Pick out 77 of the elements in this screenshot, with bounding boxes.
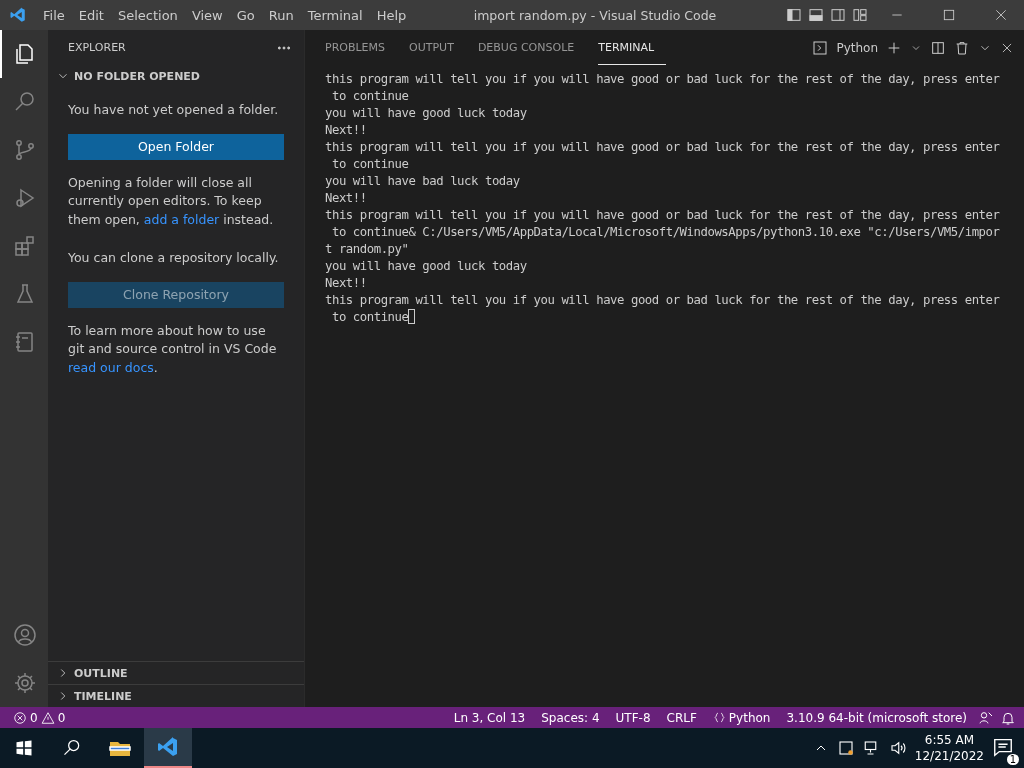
terminal-line: to continue — [330, 310, 409, 324]
clock-time[interactable]: 6:55 AM — [924, 732, 975, 748]
learn-more-text: To learn more about how to use git and source control in VS Code read our docs. — [68, 321, 278, 377]
terminal-line: to continue — [330, 89, 409, 103]
panel-tab[interactable]: PROBLEMS — [325, 30, 398, 65]
menu-item[interactable]: Help — [369, 7, 414, 23]
cursor-icon — [408, 309, 416, 324]
open-folder-note: Opening a folder will close all currently open editors. To keep them open, add a folder instead. — [68, 173, 275, 229]
panel-tab[interactable]: OUTPUT — [409, 30, 466, 65]
braces-icon — [712, 711, 726, 724]
add-folder-link[interactable]: add a folder — [143, 211, 220, 227]
status-item[interactable]: Python — [707, 710, 776, 725]
status-item[interactable]: CRLF — [661, 710, 702, 725]
toggle-sidebar-icon[interactable] — [786, 7, 802, 23]
window-title: import random.py - Visual Studio Code — [472, 7, 718, 23]
sidebar-title: EXPLORER — [68, 41, 126, 54]
extensions-icon[interactable] — [13, 234, 37, 258]
docs-link[interactable]: read our docs — [68, 359, 154, 375]
problems-status[interactable]: 0 0 — [8, 710, 71, 725]
run-debug-icon[interactable] — [13, 186, 37, 210]
toggle-panel-icon[interactable] — [808, 7, 824, 23]
section-header[interactable]: TIMELINE — [74, 689, 132, 703]
open-folder-button[interactable]: Open Folder — [68, 133, 284, 160]
menu-item[interactable]: Terminal — [300, 7, 370, 23]
terminal-line: you will have good luck today — [325, 259, 527, 273]
terminal-line: Next!! — [325, 123, 367, 137]
status-item[interactable]: Spaces: 4 — [536, 710, 605, 725]
terminal-icon[interactable] — [812, 39, 829, 56]
menu-item[interactable]: File — [36, 7, 72, 23]
notification-count: 1 — [1006, 753, 1019, 765]
account-icon[interactable] — [13, 623, 37, 647]
panel-tab[interactable]: TERMINAL — [598, 30, 667, 65]
status-item[interactable]: UTF-8 — [610, 710, 656, 725]
terminal-shell-label[interactable]: Python — [836, 40, 878, 55]
terminal-line: this program will tell you if you will have good or bad luck for the rest of the day, press enter — [325, 208, 1000, 222]
windows-start-icon[interactable] — [14, 738, 34, 758]
vscode-logo-icon[interactable] — [156, 735, 180, 759]
terminal-line: Next!! — [325, 276, 367, 290]
clone-text: You can clone a repository locally. — [68, 249, 280, 267]
section-header[interactable]: NO FOLDER OPENED — [74, 69, 200, 83]
terminal-line: this program will tell you if you will have good or bad luck for the rest of the day, press enter — [325, 293, 1000, 307]
status-item[interactable]: 3.10.9 64-bit (microsoft store) — [781, 710, 972, 725]
menu-item[interactable]: Edit — [71, 7, 111, 23]
terminal-line: to continue& C:/Users/VM5/AppData/Local/Microsoft/WindowsApps/python3.10.exe "c:/Users/VM5/impor — [330, 225, 1000, 239]
terminal-line: this program will tell you if you will have good or bad luck for the rest of the day, press enter — [325, 140, 1000, 154]
menu-item[interactable]: Go — [229, 7, 262, 23]
trash-icon[interactable] — [954, 39, 970, 56]
warning-count: 0 — [57, 710, 66, 725]
maximize-icon[interactable] — [942, 8, 956, 22]
security-icon[interactable] — [836, 739, 855, 757]
terminal-line: you will have good luck today — [325, 106, 527, 120]
volume-icon[interactable] — [888, 739, 907, 757]
terminal-line: to continue — [330, 157, 409, 171]
warning-icon — [40, 710, 55, 725]
clock-date[interactable]: 12/21/2022 — [914, 748, 984, 764]
intro-text: You have not yet opened a folder. — [68, 101, 280, 119]
vscode-logo-icon — [9, 6, 27, 24]
status-item[interactable]: Ln 3, Col 13 — [448, 710, 531, 725]
layout-icon[interactable] — [852, 7, 868, 23]
close-icon[interactable] — [994, 8, 1008, 22]
feedback-icon[interactable] — [978, 709, 994, 726]
terminal-line: Next!! — [325, 191, 367, 205]
settings-icon[interactable] — [13, 671, 37, 695]
terminal-line: you will have bad luck today — [325, 174, 520, 188]
section-header[interactable]: OUTLINE — [74, 666, 128, 680]
terminal-line: t random.py" — [325, 242, 409, 256]
source-control-icon[interactable] — [13, 138, 37, 162]
split-icon[interactable] — [930, 39, 946, 56]
error-icon — [13, 710, 27, 725]
toggle-secondary-sidebar-icon[interactable] — [830, 7, 846, 23]
panel-tab[interactable]: DEBUG CONSOLE — [477, 30, 587, 65]
search-icon[interactable] — [62, 738, 82, 758]
menu-item[interactable]: Selection — [110, 7, 185, 23]
error-count: 0 — [30, 710, 38, 725]
menu-item[interactable]: View — [184, 7, 230, 23]
terminal-line: this program will tell you if you will have good or bad luck for the rest of the day, press enter — [325, 72, 1000, 86]
menu-item[interactable]: Run — [261, 7, 301, 23]
